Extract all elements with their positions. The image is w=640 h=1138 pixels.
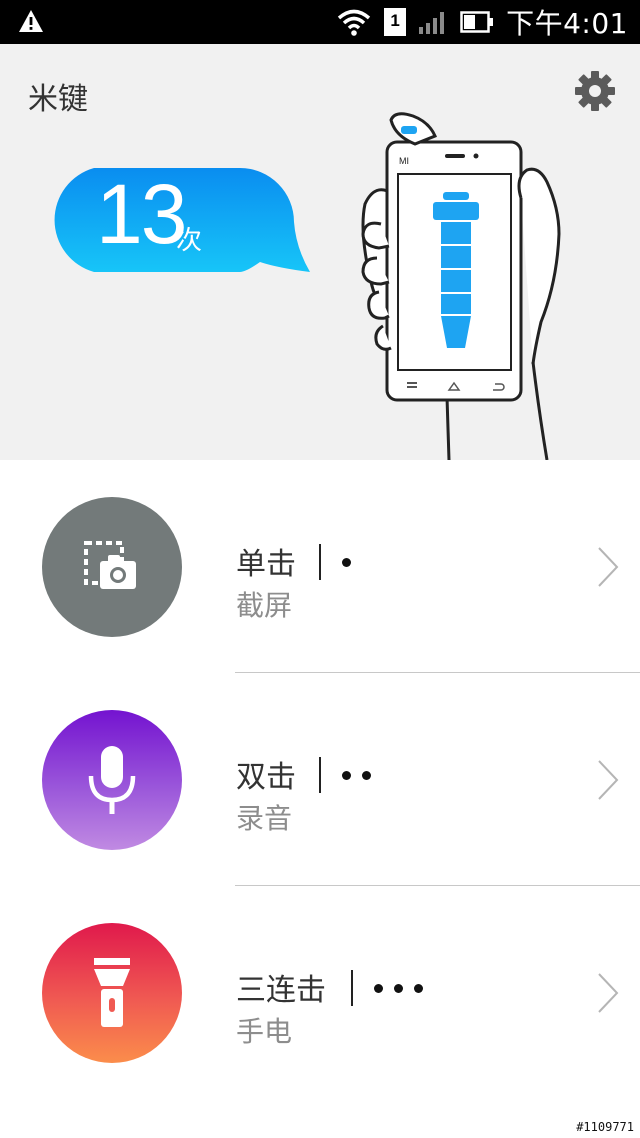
status-bar: 1 下午4:01 bbox=[0, 0, 640, 44]
sim-icon: 1 bbox=[384, 8, 407, 36]
dot bbox=[394, 984, 403, 993]
action-icon-circle bbox=[42, 710, 182, 850]
dot bbox=[414, 984, 423, 993]
dot bbox=[342, 771, 351, 780]
gear-icon[interactable] bbox=[574, 70, 616, 112]
phone-illustration: MI bbox=[361, 112, 561, 460]
press-count: 13 bbox=[96, 167, 187, 261]
dot bbox=[374, 984, 383, 993]
microphone-icon bbox=[88, 746, 136, 814]
function-label: 手电 bbox=[236, 1015, 293, 1048]
status-icons: 1 下午4:01 bbox=[336, 0, 628, 44]
clock: 下午4:01 bbox=[506, 7, 628, 40]
chevron-right-icon bbox=[598, 760, 619, 800]
flashlight-icon bbox=[94, 958, 130, 1027]
separator bbox=[319, 544, 321, 580]
dot bbox=[342, 558, 351, 567]
chevron-right-icon bbox=[598, 973, 619, 1013]
gesture-dots bbox=[374, 984, 423, 993]
action-row-double-click[interactable]: 双击 录音 bbox=[0, 673, 640, 885]
phone-brand-label: MI bbox=[399, 156, 409, 166]
action-icon-circle bbox=[42, 923, 182, 1063]
wifi-icon bbox=[337, 9, 371, 36]
gesture-label: 三连击 bbox=[236, 973, 326, 1008]
battery-icon bbox=[460, 11, 494, 33]
action-row-triple-click[interactable]: 三连击 手电 bbox=[0, 886, 640, 1098]
watermark: #1109771 bbox=[576, 1120, 634, 1134]
action-icon-circle bbox=[42, 497, 182, 637]
dot bbox=[362, 771, 371, 780]
function-label: 录音 bbox=[236, 802, 293, 835]
sim-slot-number: 1 bbox=[390, 11, 400, 30]
chevron-right-icon bbox=[598, 547, 619, 587]
gesture-dots bbox=[342, 771, 371, 780]
signal-icon bbox=[419, 12, 445, 34]
gesture-label: 单击 bbox=[236, 547, 296, 582]
separator bbox=[319, 757, 321, 793]
press-count-unit: 次 bbox=[176, 226, 203, 256]
app-title: 米键 bbox=[28, 82, 88, 117]
gesture-dots bbox=[342, 558, 351, 567]
function-label: 截屏 bbox=[236, 589, 293, 622]
header-panel: 米键 13 次 MI bbox=[0, 44, 640, 460]
action-row-single-click[interactable]: 单击 截屏 bbox=[0, 460, 640, 672]
gesture-label: 双击 bbox=[236, 760, 296, 795]
warning-icon bbox=[19, 10, 43, 32]
separator bbox=[351, 970, 353, 1006]
screenshot-icon bbox=[84, 541, 136, 589]
